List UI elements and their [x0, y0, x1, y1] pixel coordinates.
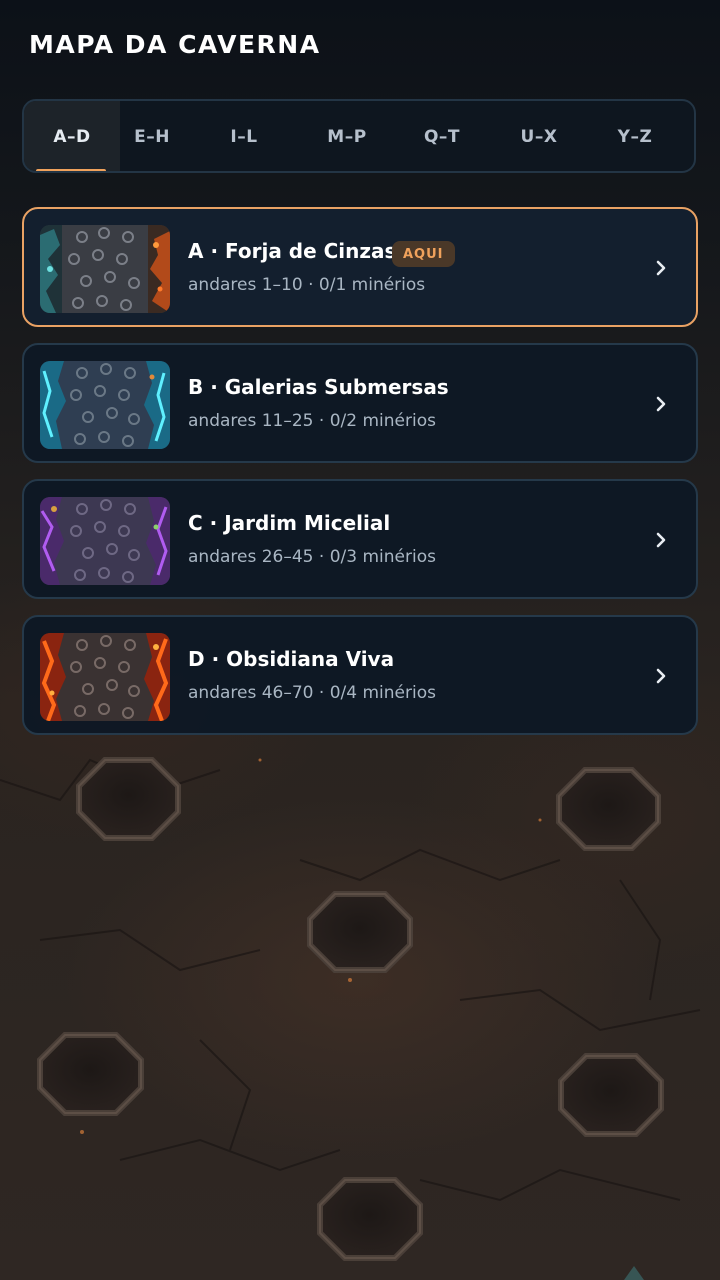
tab-label: Y–Z — [617, 127, 653, 147]
region-card-a[interactable]: A · Forja de Cinzas AQUI andares 1–10 · … — [22, 207, 698, 327]
region-thumbnail — [40, 361, 170, 449]
tab-y-z[interactable]: Y–Z — [587, 101, 683, 171]
region-subtitle: andares 1–10 · 0/1 minérios — [188, 275, 426, 295]
tab-label: I–L — [230, 127, 258, 147]
region-subtitle: andares 11–25 · 0/2 minérios — [188, 411, 436, 431]
region-thumbnail — [40, 225, 170, 313]
chevron-right-icon — [656, 532, 666, 548]
tab-label: E–H — [134, 127, 170, 147]
active-tab-indicator — [36, 169, 106, 171]
region-card-d[interactable]: D · Obsidiana Viva andares 46–70 · 0/4 m… — [22, 615, 698, 735]
region-tab-bar: A–D E–H I–L M–P Q–T U–X Y–Z — [22, 99, 696, 173]
tab-q-t[interactable]: Q–T — [394, 101, 490, 171]
page-title: MAPA DA CAVERNA — [29, 30, 321, 59]
chevron-right-icon — [656, 396, 666, 412]
tab-label: Q–T — [423, 127, 461, 147]
region-title: D · Obsidiana Viva — [188, 647, 395, 671]
tab-e-h[interactable]: E–H — [104, 101, 200, 171]
current-location-badge: AQUI — [392, 241, 455, 267]
region-card-b[interactable]: B · Galerias Submersas andares 11–25 · 0… — [22, 343, 698, 463]
region-title: B · Galerias Submersas — [188, 375, 449, 399]
chevron-right-icon — [656, 668, 666, 684]
region-thumbnail — [40, 633, 170, 721]
tab-i-l[interactable]: I–L — [196, 101, 292, 171]
tab-label: U–X — [520, 127, 558, 147]
region-subtitle: andares 46–70 · 0/4 minérios — [188, 683, 436, 703]
tab-label: M–P — [327, 127, 367, 147]
region-title: A · Forja de Cinzas — [188, 239, 397, 263]
region-subtitle: andares 26–45 · 0/3 minérios — [188, 547, 436, 567]
region-title: C · Jardim Micelial — [188, 511, 391, 535]
region-card-c[interactable]: C · Jardim Micelial andares 26–45 · 0/3 … — [22, 479, 698, 599]
chevron-right-icon — [656, 260, 666, 276]
tab-label: A–D — [53, 127, 91, 147]
region-thumbnail — [40, 497, 170, 585]
tab-m-p[interactable]: M–P — [299, 101, 395, 171]
tab-u-x[interactable]: U–X — [491, 101, 587, 171]
